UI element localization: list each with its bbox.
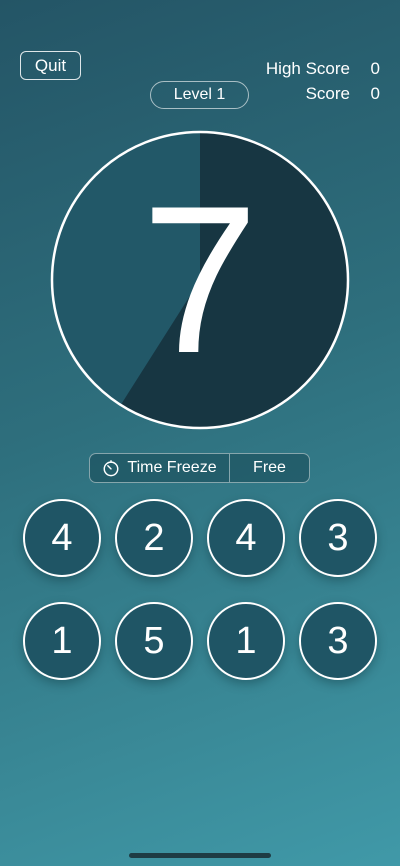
score-row: Score 0 bbox=[266, 81, 380, 106]
target-number: 7 bbox=[141, 162, 259, 397]
number-button[interactable]: 2 bbox=[115, 499, 193, 577]
level-indicator: Level 1 bbox=[150, 81, 249, 109]
home-indicator bbox=[129, 853, 271, 858]
number-button[interactable]: 1 bbox=[207, 602, 285, 680]
number-button[interactable]: 3 bbox=[299, 499, 377, 577]
number-button[interactable]: 1 bbox=[23, 602, 101, 680]
time-freeze-button[interactable]: Time Freeze bbox=[90, 454, 230, 482]
powerup-cost: Free bbox=[253, 459, 286, 476]
number-button[interactable]: 5 bbox=[115, 602, 193, 680]
score-label: Score bbox=[305, 84, 350, 103]
timer-dial: 7 bbox=[50, 130, 350, 430]
score-value: 0 bbox=[370, 84, 380, 103]
number-button-grid: 4 2 4 3 1 5 1 3 bbox=[23, 499, 377, 705]
number-row-2: 1 5 1 3 bbox=[23, 602, 377, 680]
quit-button[interactable]: Quit bbox=[20, 51, 81, 80]
high-score-value: 0 bbox=[370, 59, 380, 78]
powerup-bar: Time Freeze Free bbox=[89, 453, 310, 483]
powerup-name-label: Time Freeze bbox=[127, 459, 217, 476]
number-button[interactable]: 3 bbox=[299, 602, 377, 680]
high-score-row: High Score 0 bbox=[266, 56, 380, 81]
score-panel: High Score 0 Score 0 bbox=[266, 56, 380, 106]
number-button[interactable]: 4 bbox=[23, 499, 101, 577]
stopwatch-icon bbox=[103, 460, 119, 477]
high-score-label: High Score bbox=[265, 59, 350, 78]
number-button[interactable]: 4 bbox=[207, 499, 285, 577]
number-row-1: 4 2 4 3 bbox=[23, 499, 377, 577]
